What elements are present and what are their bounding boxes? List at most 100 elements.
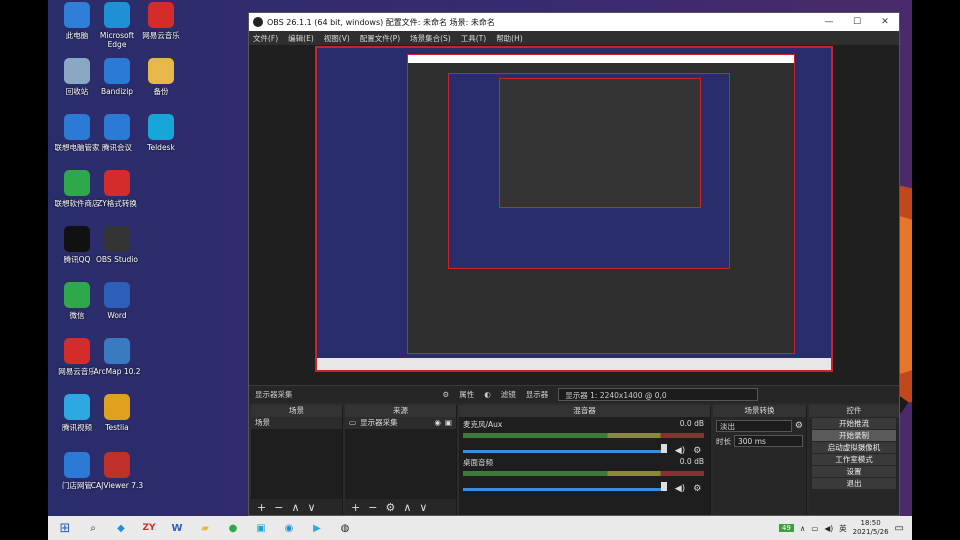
menu-view[interactable]: 视图(V) [324, 33, 350, 44]
sources-dock-title: 来源 [345, 405, 456, 417]
qq-icon [64, 226, 90, 252]
remove-icon[interactable]: − [368, 501, 377, 514]
wechat-icon[interactable]: ● [222, 517, 244, 539]
screen: 此电脑 Microsoft Edge 网易云音乐 回收站 Bandizip 备份 联想电脑管… [0, 0, 960, 540]
desktop-icon[interactable]: 网易云音乐 [134, 2, 188, 62]
netease-music-icon [64, 338, 90, 364]
menu-scene-collection[interactable]: 场景集合(S) [410, 33, 451, 44]
bandizip-icon[interactable]: ◆ [110, 517, 132, 539]
tencent-video-icon[interactable]: ▶ [306, 517, 328, 539]
move-up-icon[interactable]: ∧ [291, 501, 299, 514]
desktop-icon[interactable]: Teldesk [134, 114, 188, 174]
move-up-icon[interactable]: ∧ [403, 501, 411, 514]
source-item[interactable]: ▭ 显示器采集 ◉ ▣ [345, 417, 456, 429]
desktop-icon[interactable]: Word [90, 282, 144, 342]
obs-icon [253, 17, 263, 27]
gear-icon[interactable]: ⚙ [693, 446, 701, 456]
maximize-button[interactable]: ☐ [843, 17, 871, 27]
move-down-icon[interactable]: ∨ [419, 501, 427, 514]
transition-select[interactable]: 淡出 [716, 420, 792, 432]
start-streaming-button[interactable]: 开始推流 [812, 418, 896, 429]
speaker-icon[interactable]: ◀) [675, 484, 685, 494]
battery-indicator[interactable]: 49 [778, 524, 794, 532]
desktop-icon[interactable]: ZY格式转换 [90, 170, 144, 230]
lenovo-manager-icon [64, 114, 90, 140]
filters-button[interactable]: 滤镜 [501, 389, 516, 400]
start-virtual-camera-button[interactable]: 启动虚拟摄像机 [812, 442, 896, 453]
windows-start-icon[interactable]: ⊞ [54, 517, 76, 539]
edge-icon[interactable]: ◉ [278, 517, 300, 539]
lenovo-store-icon [64, 170, 90, 196]
desktop-icon[interactable]: OBS Studio [90, 226, 144, 286]
remove-icon[interactable]: − [274, 501, 283, 514]
clock-time: 18:50 [860, 519, 881, 527]
eye-icon[interactable]: ◉ [434, 417, 441, 429]
menu-profile[interactable]: 配置文件(P) [360, 33, 400, 44]
desktop-icon-label: Testlia [105, 423, 129, 432]
properties-button[interactable]: 属性 [459, 389, 474, 400]
desktop-icon[interactable]: Testlia [90, 394, 144, 454]
volume-icon[interactable]: ◀) [824, 524, 833, 533]
menu-tools[interactable]: 工具(T) [461, 33, 486, 44]
desktop-icon[interactable]: 备份 [134, 58, 188, 118]
file-explorer-icon[interactable]: ▰ [194, 517, 216, 539]
studio-mode-button[interactable]: 工作室模式 [812, 454, 896, 465]
obs-title-bar[interactable]: OBS 26.1.1 (64 bit, windows) 配置文件: 未命名 场… [249, 13, 899, 31]
speaker-icon[interactable]: ◀) [675, 446, 685, 456]
start-recording-button[interactable]: 开始录制 [812, 430, 896, 441]
nested-taskbar [317, 358, 831, 370]
desktop-icon[interactable]: CAJViewer 7.3 [90, 452, 144, 512]
move-down-icon[interactable]: ∨ [308, 501, 316, 514]
add-icon[interactable]: + [257, 501, 266, 514]
window-title: OBS 26.1.1 (64 bit, windows) 配置文件: 未命名 场… [267, 17, 495, 27]
desktop-icon-label: 备份 [153, 87, 169, 96]
controls-dock: 控件 开始推流 开始录制 启动虚拟摄像机 工作室模式 设置 退出 [809, 405, 899, 515]
sources-toolbar: + − ⚙ ∧ ∨ [345, 499, 456, 515]
scene-item[interactable]: 场景 [251, 417, 342, 429]
volume-slider[interactable] [463, 487, 661, 491]
desktop-icon-label: 腾讯QQ [63, 255, 91, 264]
source-name: 显示器采集 [255, 390, 293, 399]
preview-canvas[interactable] [315, 46, 833, 372]
notification-icon[interactable]: ▭ [895, 523, 904, 534]
network-icon[interactable]: ▭ [811, 524, 818, 533]
zy-icon[interactable]: ZY [138, 517, 160, 539]
obs-icon[interactable]: ◍ [334, 517, 356, 539]
settings-button[interactable]: 设置 [812, 466, 896, 477]
transitions-body: 淡出 ⚙ 时长 300 ms [713, 417, 806, 515]
lock-icon[interactable]: ▣ [445, 417, 452, 429]
desktop-icon-label: Word [107, 311, 127, 320]
chevron-up-icon[interactable]: ∧ [800, 524, 806, 533]
slider-handle[interactable] [660, 444, 667, 453]
slider-handle[interactable] [660, 482, 667, 491]
menu-edit[interactable]: 编辑(E) [288, 33, 314, 44]
filter-icon[interactable]: ◐ [484, 390, 491, 399]
gear-icon[interactable]: ⚙ [795, 421, 803, 431]
gear-icon[interactable]: ⚙ [693, 484, 701, 494]
clock[interactable]: 18:50 2021/5/26 [853, 519, 889, 537]
obs-window[interactable]: OBS 26.1.1 (64 bit, windows) 配置文件: 未命名 场… [248, 12, 900, 516]
scenes-toolbar: + − ∧ ∨ [251, 499, 342, 515]
duration-input[interactable]: 300 ms [734, 435, 803, 447]
folder-icon [148, 58, 174, 84]
input-method[interactable]: 英 [839, 523, 847, 534]
volume-slider[interactable] [463, 449, 661, 453]
minimize-button[interactable]: — [815, 17, 843, 27]
gear-icon[interactable]: ⚙ [443, 390, 450, 399]
menu-help[interactable]: 帮助(H) [496, 33, 523, 44]
exit-button[interactable]: 退出 [812, 478, 896, 489]
close-button[interactable]: ✕ [871, 17, 899, 27]
gear-icon[interactable]: ⚙ [385, 501, 395, 514]
menu-file[interactable]: 文件(F) [253, 33, 278, 44]
desktop-icon-label: 门店网管 [62, 481, 92, 490]
search-icon[interactable]: ⌕ [82, 517, 104, 539]
desktop-icon-label: 回收站 [65, 87, 89, 96]
display-select[interactable]: 显示器 1: 2240x1400 @ 0,0 [558, 388, 759, 401]
duration-label: 时长 [716, 436, 731, 446]
desktop-icon[interactable]: ArcMap 10.2 [90, 338, 144, 398]
edge-icon [104, 2, 130, 28]
add-icon[interactable]: + [351, 501, 360, 514]
word-icon[interactable]: W [166, 517, 188, 539]
teldesk-icon[interactable]: ▣ [250, 517, 272, 539]
desktop-icon-label: 腾讯视频 [62, 423, 92, 432]
